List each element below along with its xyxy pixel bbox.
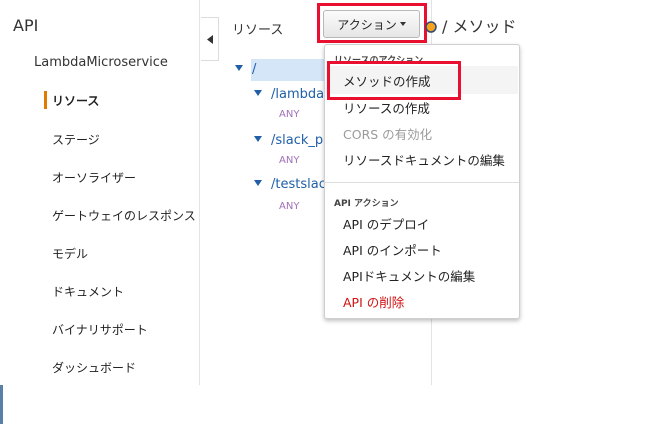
method-any[interactable]: ANY bbox=[279, 109, 299, 120]
create-resource-item[interactable]: リソースの作成 bbox=[343, 98, 430, 117]
annotation-highlight-create-method bbox=[327, 61, 461, 100]
api-actions-heading: API アクション bbox=[334, 199, 399, 209]
tree-node-label: / bbox=[252, 62, 257, 77]
active-indicator bbox=[44, 91, 47, 109]
tree-node-label: /slack_p bbox=[271, 133, 324, 148]
api-title[interactable]: API bbox=[13, 16, 38, 35]
menu-divider bbox=[325, 182, 519, 183]
import-api-item[interactable]: API のインポート bbox=[343, 240, 442, 259]
nav-item-documentation[interactable]: ドキュメント bbox=[52, 283, 124, 300]
nav-item-gateway-responses[interactable]: ゲートウェイのレスポンス bbox=[52, 207, 196, 224]
chevron-left-icon bbox=[206, 34, 213, 44]
expand-triangle-icon[interactable] bbox=[254, 180, 262, 186]
expand-triangle-icon[interactable] bbox=[254, 136, 262, 142]
tree-node-root[interactable]: / bbox=[235, 62, 256, 77]
delete-api-item[interactable]: API の削除 bbox=[343, 292, 404, 311]
tree-node-label: /testslac bbox=[271, 177, 326, 192]
tree-node-slack[interactable]: /slack_p bbox=[254, 133, 323, 148]
expand-triangle-icon[interactable] bbox=[254, 90, 262, 96]
nav-item-models[interactable]: モデル bbox=[52, 245, 88, 262]
method-any[interactable]: ANY bbox=[279, 201, 299, 212]
nav-item-stages[interactable]: ステージ bbox=[52, 131, 100, 148]
enable-cors-item: CORS の有効化 bbox=[343, 127, 433, 142]
nav-item-authorizers[interactable]: オーソライザー bbox=[52, 169, 136, 186]
edit-api-docs-item[interactable]: APIドキュメントの編集 bbox=[343, 266, 475, 285]
collapse-sidebar-button[interactable] bbox=[201, 17, 219, 61]
expand-triangle-icon[interactable] bbox=[235, 65, 243, 71]
left-nav: API LambdaMicroservice リソース ステージ オーソライザー… bbox=[0, 0, 200, 385]
tree-node-label: /lambda bbox=[271, 87, 325, 102]
tree-node-lambda[interactable]: /lambda bbox=[254, 87, 324, 102]
api-name[interactable]: LambdaMicroservice bbox=[34, 55, 168, 70]
method-any[interactable]: ANY bbox=[279, 155, 299, 166]
nav-item-dashboard[interactable]: ダッシュボード bbox=[52, 359, 136, 376]
window-edge bbox=[0, 385, 3, 424]
loading-icon bbox=[425, 21, 437, 33]
annotation-highlight-actions bbox=[317, 3, 427, 43]
nav-item-resources[interactable]: リソース bbox=[52, 92, 99, 109]
resources-header: リソース bbox=[232, 23, 284, 38]
breadcrumb: / メソッド bbox=[442, 17, 517, 36]
deploy-api-item[interactable]: API のデプロイ bbox=[343, 214, 429, 233]
edit-resource-docs-item[interactable]: リソースドキュメントの編集 bbox=[343, 150, 505, 169]
tree-node-testslack[interactable]: /testslac bbox=[254, 177, 326, 192]
nav-item-binary-support[interactable]: バイナリサポート bbox=[52, 321, 148, 338]
